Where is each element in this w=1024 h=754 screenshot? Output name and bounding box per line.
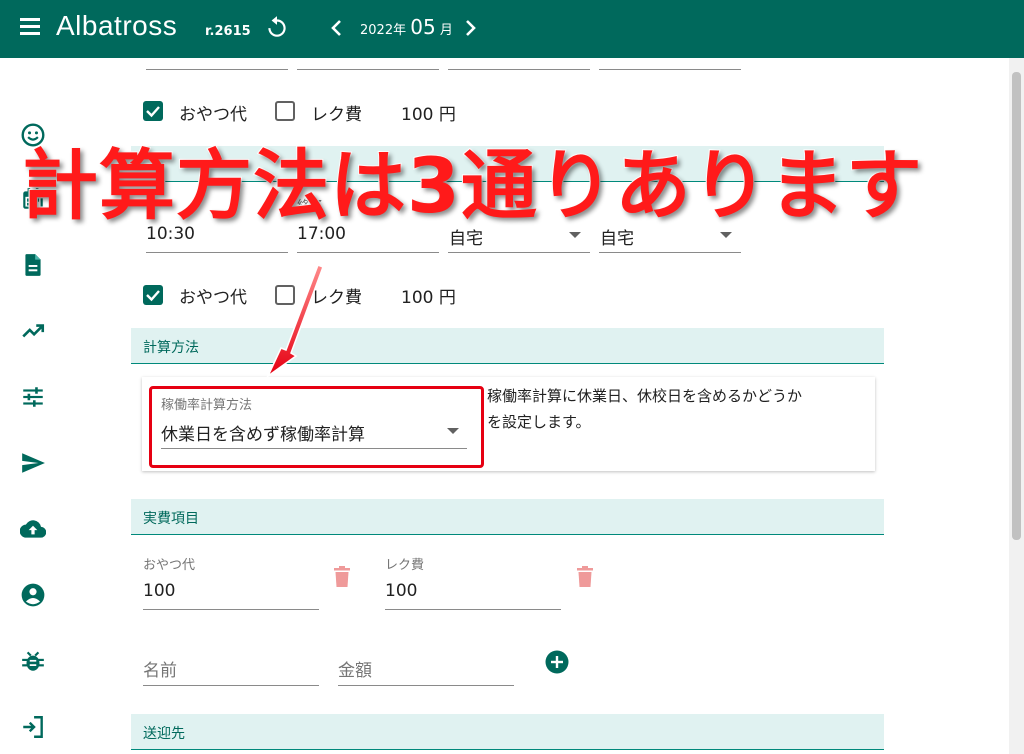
snack-checkbox-label: おやつ代	[179, 105, 247, 125]
document-icon[interactable]	[20, 252, 46, 278]
trending-up-icon[interactable]	[20, 318, 46, 344]
description-line: を設定します。	[487, 413, 591, 431]
account-circle-icon[interactable]	[20, 582, 46, 608]
year-text: 2022年	[360, 23, 407, 38]
field-underline	[143, 609, 319, 610]
description-line: 稼働率計算に休業日、休校日を含めるかどうか	[487, 387, 803, 405]
field-underline	[297, 69, 439, 70]
new-expense-amount-input[interactable]: 金額	[338, 656, 372, 681]
field-underline	[599, 69, 741, 70]
expense-item-label: おやつ代	[143, 558, 196, 573]
app-title: Albatross	[56, 10, 178, 41]
next-month-button[interactable]	[461, 17, 479, 39]
field-underline	[146, 252, 288, 253]
delete-icon[interactable]	[575, 565, 595, 589]
transport-section-header: 送迎先	[131, 714, 884, 750]
month-suffix: 月	[439, 23, 453, 38]
logout-icon[interactable]	[20, 714, 46, 740]
rec-checkbox-label: レク費	[311, 105, 362, 125]
current-month-display: 2022年 05 月	[360, 15, 453, 39]
month-number: 05	[410, 15, 436, 39]
expense-section-header: 実費項目	[131, 499, 884, 535]
field-underline	[146, 69, 288, 70]
snack-checkbox[interactable]	[143, 101, 163, 121]
calc-method-description: 稼働率計算に休業日、休校日を含めるかどうか を設定します。	[487, 383, 857, 435]
scrollbar-thumb[interactable]	[1012, 72, 1021, 540]
field-underline	[385, 609, 561, 610]
expense-item-input[interactable]: 100	[385, 581, 417, 601]
send-icon[interactable]	[20, 450, 46, 476]
rec-checkbox[interactable]	[275, 101, 295, 121]
bug-icon[interactable]	[20, 648, 46, 674]
delete-icon[interactable]	[332, 565, 352, 589]
snack-checkbox[interactable]	[143, 285, 163, 305]
rec-checkbox-label: レク費	[311, 288, 362, 308]
menu-icon[interactable]	[18, 14, 44, 38]
expense-amount: 100 円	[401, 288, 456, 308]
expense-item-label: レク費	[385, 558, 425, 573]
field-underline	[297, 252, 439, 253]
snack-checkbox-label: おやつ代	[179, 288, 247, 308]
rec-checkbox[interactable]	[275, 285, 295, 305]
cloud-upload-icon[interactable]	[20, 516, 46, 542]
new-expense-name-input[interactable]: 名前	[143, 656, 177, 681]
check-icon	[146, 290, 160, 302]
previous-month-button[interactable]	[328, 17, 346, 39]
field-underline	[448, 252, 590, 253]
expense-item-input[interactable]: 100	[143, 581, 175, 601]
top-app-bar: Albatross r.2615 2022年 05 月	[0, 0, 1024, 58]
version-label: r.2615	[205, 24, 251, 39]
expense-amount: 100 円	[401, 105, 456, 125]
tune-icon[interactable]	[20, 384, 46, 410]
field-underline	[599, 252, 741, 253]
check-icon	[146, 106, 160, 118]
reload-icon[interactable]	[264, 14, 290, 40]
app-page: Albatross r.2615 2022年 05 月 おやつ代 レク費 100…	[0, 0, 1024, 754]
overlay-caption: 計算方法は3通りあります	[21, 140, 923, 231]
field-underline	[143, 685, 319, 686]
field-underline	[338, 685, 514, 686]
field-underline	[448, 69, 590, 70]
add-expense-icon[interactable]	[545, 650, 569, 674]
annotation-highlight-box	[149, 386, 484, 468]
calc-section-header: 計算方法	[131, 328, 884, 364]
